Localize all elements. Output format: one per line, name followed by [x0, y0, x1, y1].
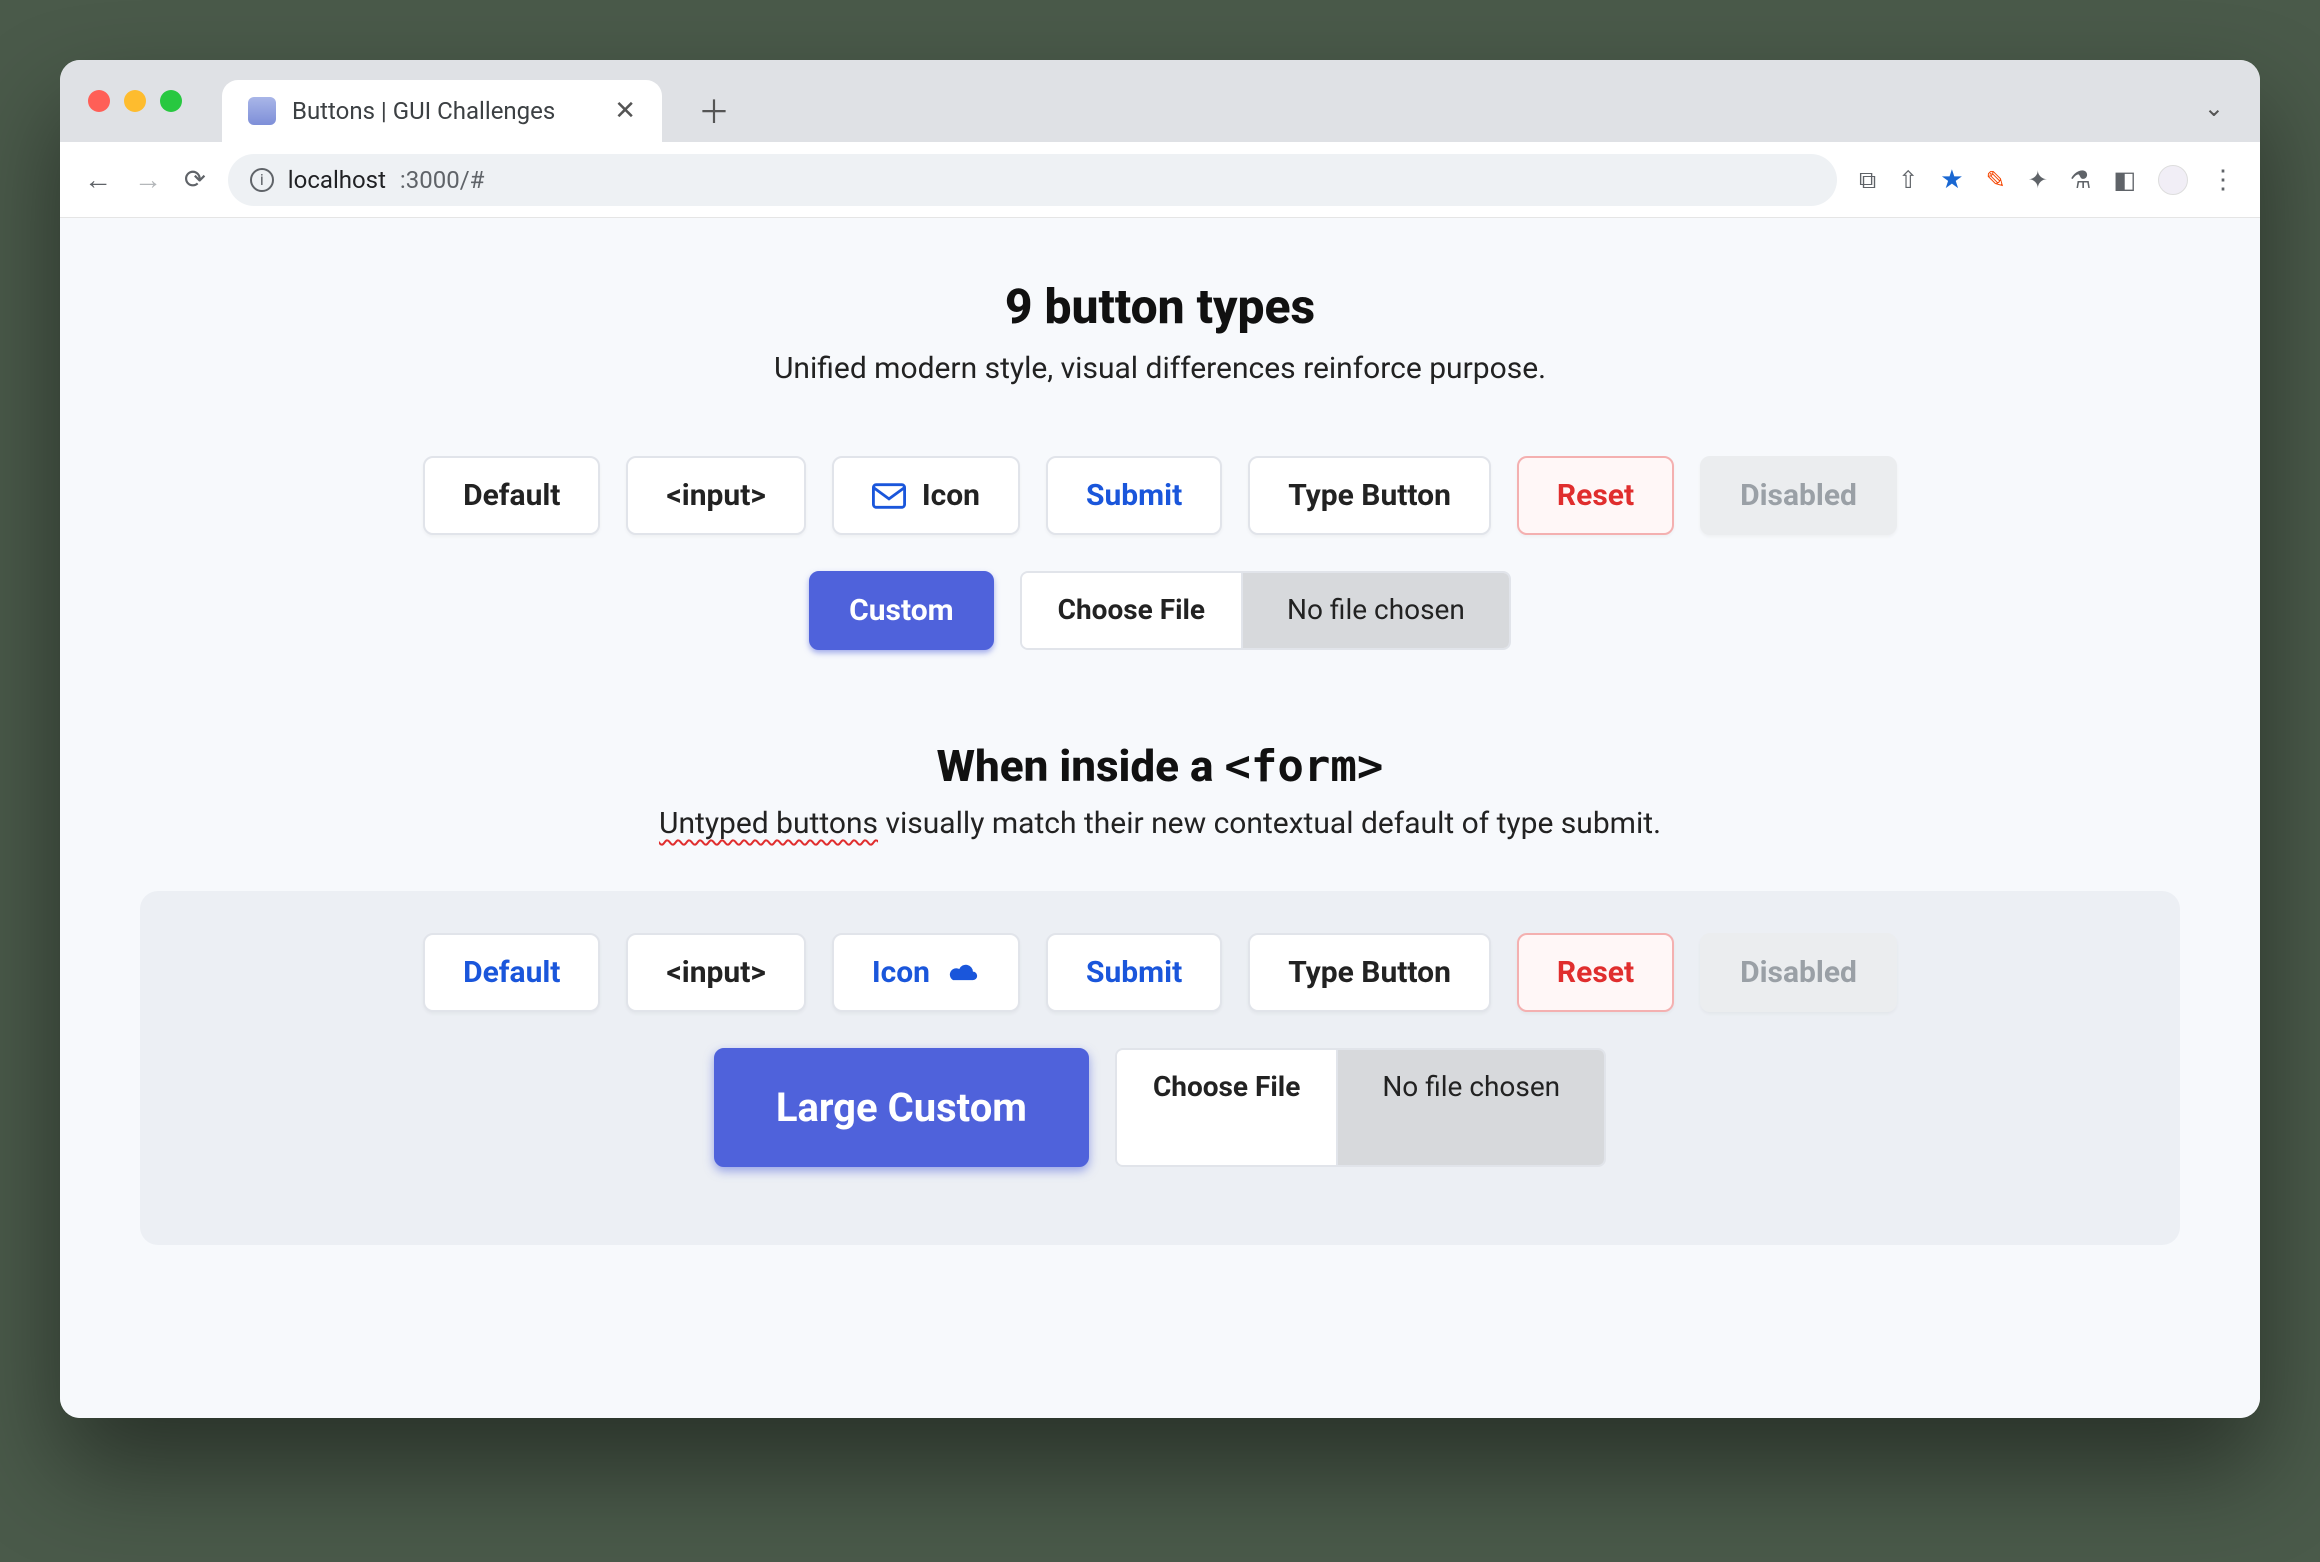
submit-button[interactable]: Submit: [1046, 456, 1222, 535]
tabs-overflow-icon[interactable]: ⌄: [2204, 94, 2224, 122]
icon-button-label: Icon: [922, 478, 980, 513]
form-icon-button-label: Icon: [872, 955, 930, 990]
section-2-sub-rest: visually match their new contextual defa…: [878, 806, 1661, 841]
section-2-title: When inside a <form>: [140, 740, 2180, 792]
form-icon-button[interactable]: Icon: [832, 933, 1020, 1012]
form-type-button[interactable]: Type Button: [1248, 933, 1491, 1012]
form-reset-button[interactable]: Reset: [1517, 933, 1674, 1012]
browser-window: Buttons | GUI Challenges ✕ ＋ ⌄ ← → ⟳ i l…: [60, 60, 2260, 1418]
close-window-button[interactable]: [88, 90, 110, 112]
zoom-window-button[interactable]: [160, 90, 182, 112]
button-row-2b: Large Custom Choose File No file chosen: [184, 1048, 2136, 1167]
browser-toolbar: ← → ⟳ i localhost :3000/# ⧉ ⇧ ★ ✎ ✦ ⚗ ◧ ⋮: [60, 142, 2260, 218]
browser-tab[interactable]: Buttons | GUI Challenges ✕: [222, 80, 662, 142]
button-row-1: Default <input> Icon Submit Type Button …: [140, 456, 2180, 535]
page-title: 9 button types: [140, 278, 2180, 335]
window-controls: [88, 90, 182, 112]
browser-tabstrip: Buttons | GUI Challenges ✕ ＋ ⌄: [60, 60, 2260, 142]
page-subtitle: Unified modern style, visual differences…: [140, 351, 2180, 386]
url-path: :3000/#: [400, 166, 484, 194]
custom-button[interactable]: Custom: [809, 571, 994, 650]
extension-1-icon[interactable]: ✎: [1986, 166, 2006, 194]
form-disabled-button: Disabled: [1700, 933, 1897, 1012]
profile-avatar[interactable]: [2158, 165, 2188, 195]
form-submit-button[interactable]: Submit: [1046, 933, 1222, 1012]
labs-flask-icon[interactable]: ⚗: [2070, 166, 2092, 194]
tab-title: Buttons | GUI Challenges: [292, 97, 598, 125]
mail-icon: [872, 483, 906, 509]
address-bar[interactable]: i localhost :3000/#: [228, 154, 1837, 206]
type-button[interactable]: Type Button: [1248, 456, 1491, 535]
bookmark-star-icon[interactable]: ★: [1940, 165, 1963, 195]
file-input[interactable]: Choose File No file chosen: [1020, 571, 1511, 650]
section-2-title-pre: When inside a: [937, 740, 1225, 792]
form-input-button[interactable]: <input>: [626, 933, 805, 1012]
back-button[interactable]: ←: [84, 163, 112, 196]
section-2-sub-underlined: Untyped buttons: [659, 806, 878, 841]
form-container: Default <input> Icon Submit Type Button …: [140, 891, 2180, 1245]
form-default-button[interactable]: Default: [423, 933, 600, 1012]
cloud-icon: [946, 961, 980, 985]
form-file-input[interactable]: Choose File No file chosen: [1115, 1048, 1606, 1167]
extensions-puzzle-icon[interactable]: ✦: [2028, 166, 2048, 194]
page-content: 9 button types Unified modern style, vis…: [60, 218, 2260, 1418]
open-external-icon[interactable]: ⧉: [1859, 166, 1876, 194]
choose-file-button[interactable]: Choose File: [1022, 573, 1243, 648]
minimize-window-button[interactable]: [124, 90, 146, 112]
section-2-subtitle: Untyped buttons visually match their new…: [140, 806, 2180, 841]
disabled-button: Disabled: [1700, 456, 1897, 535]
file-status-label: No file chosen: [1243, 573, 1509, 648]
close-tab-icon[interactable]: ✕: [614, 96, 636, 126]
new-tab-button[interactable]: ＋: [698, 87, 730, 133]
side-panel-icon[interactable]: ◧: [2113, 166, 2136, 194]
large-custom-button[interactable]: Large Custom: [714, 1048, 1089, 1167]
button-row-2: Default <input> Icon Submit Type Button …: [184, 933, 2136, 1012]
form-file-status-label: No file chosen: [1338, 1050, 1604, 1165]
site-info-icon[interactable]: i: [250, 168, 274, 192]
share-icon[interactable]: ⇧: [1898, 166, 1918, 194]
chrome-menu-icon[interactable]: ⋮: [2210, 165, 2236, 195]
default-button[interactable]: Default: [423, 456, 600, 535]
url-host: localhost: [288, 166, 386, 194]
section-2-title-code: <form>: [1224, 741, 1383, 792]
form-choose-file-button[interactable]: Choose File: [1117, 1050, 1338, 1165]
button-row-1b: Custom Choose File No file chosen: [140, 571, 2180, 650]
reset-button[interactable]: Reset: [1517, 456, 1674, 535]
forward-button[interactable]: →: [134, 163, 162, 196]
reload-button[interactable]: ⟳: [184, 165, 206, 195]
tab-favicon: [248, 97, 276, 125]
icon-button[interactable]: Icon: [832, 456, 1020, 535]
input-button[interactable]: <input>: [626, 456, 805, 535]
